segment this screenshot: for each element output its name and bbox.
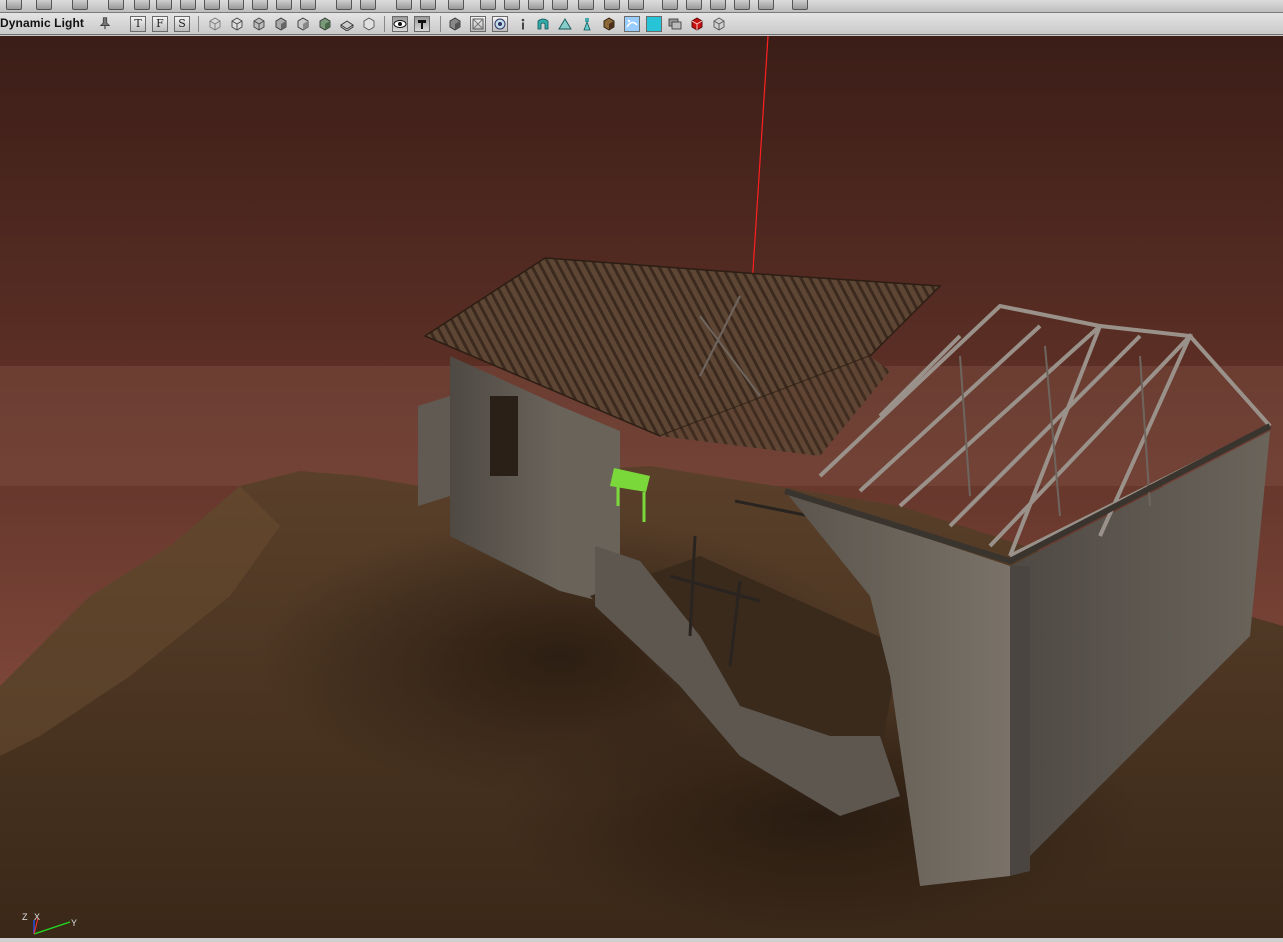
target-icon[interactable] <box>492 16 508 32</box>
image-icon[interactable] <box>360 0 376 10</box>
static-mesh-icon[interactable] <box>602 17 616 31</box>
solid-box-icon[interactable] <box>448 17 462 31</box>
side-view-button[interactable]: S <box>174 16 190 32</box>
note-icon[interactable] <box>156 0 172 10</box>
warning-icon[interactable] <box>336 0 352 10</box>
window-icon[interactable] <box>710 0 726 10</box>
actor-icon[interactable] <box>108 0 124 10</box>
translucent-box-icon[interactable] <box>470 16 486 32</box>
monitor-icon[interactable] <box>204 0 220 10</box>
light-icon[interactable] <box>580 17 594 31</box>
info-icon[interactable] <box>516 17 530 31</box>
step-icon-4[interactable] <box>578 0 594 10</box>
3d-viewport[interactable]: Z X Y <box>0 36 1283 938</box>
terrain-icon[interactable] <box>558 17 572 31</box>
viewport-bottom-border <box>0 938 1283 942</box>
add-icon[interactable] <box>628 0 644 10</box>
textured-cube-icon[interactable] <box>318 17 332 31</box>
grid-icon[interactable] <box>72 0 88 10</box>
zone-cube-icon[interactable] <box>252 17 266 31</box>
toolbar-separator <box>198 16 199 32</box>
axis-gizmo: Z X Y <box>20 906 90 938</box>
particle-icon[interactable] <box>624 16 640 32</box>
scene-render <box>0 36 1283 938</box>
shield-icon[interactable] <box>734 0 750 10</box>
lock-icon[interactable] <box>414 16 430 32</box>
wireframe-cube-icon[interactable] <box>208 17 222 31</box>
unlit-cube-icon[interactable] <box>296 17 310 31</box>
play-icon[interactable] <box>480 0 496 10</box>
brush-cube-icon[interactable] <box>230 17 244 31</box>
build-icon[interactable] <box>396 0 412 10</box>
back-arrow-icon[interactable] <box>6 0 22 10</box>
front-view-button[interactable]: F <box>152 16 168 32</box>
viewport-mode-label[interactable]: Dynamic Light <box>0 16 84 30</box>
toolbar-separator <box>384 16 385 32</box>
depth-cube-icon[interactable] <box>362 17 376 31</box>
main-toolbar <box>0 0 1283 13</box>
axis-gizmo-lines <box>33 917 71 935</box>
viewport-toolbar: Dynamic Light T F S <box>0 13 1283 35</box>
circle-icon[interactable] <box>134 0 150 10</box>
font-icon[interactable] <box>276 0 292 10</box>
step-icon[interactable] <box>504 0 520 10</box>
fog-icon[interactable] <box>646 16 662 32</box>
volume-icon[interactable] <box>536 17 550 31</box>
flat-cube-icon[interactable] <box>340 17 354 31</box>
gray-cube-icon[interactable] <box>712 17 726 31</box>
wand-icon[interactable] <box>180 0 196 10</box>
toolbar-separator <box>440 16 441 32</box>
arrow-icon[interactable] <box>300 0 316 10</box>
red-cube-icon[interactable] <box>690 17 704 31</box>
sound-icon[interactable] <box>252 0 268 10</box>
step-icon-2[interactable] <box>528 0 544 10</box>
printer-icon[interactable] <box>792 0 808 10</box>
list-icon[interactable] <box>662 0 678 10</box>
step-icon-5[interactable] <box>604 0 620 10</box>
top-view-button[interactable]: T <box>130 16 146 32</box>
build-lighting-icon[interactable] <box>420 0 436 10</box>
step-icon-3[interactable] <box>552 0 568 10</box>
package-icon[interactable] <box>228 0 244 10</box>
axis-y-label: Y <box>71 918 78 928</box>
emitter-icon[interactable] <box>668 17 682 31</box>
panel-icon[interactable] <box>758 0 774 10</box>
pin-icon[interactable] <box>98 16 112 30</box>
lit-cube-icon[interactable] <box>274 17 288 31</box>
eye-icon[interactable] <box>392 16 408 32</box>
grid-small-icon[interactable] <box>686 0 702 10</box>
forward-arrow-icon[interactable] <box>36 0 52 10</box>
axis-z-label: Z <box>22 912 28 922</box>
axis-x-label: X <box>34 912 41 922</box>
build-paths-icon[interactable] <box>448 0 464 10</box>
